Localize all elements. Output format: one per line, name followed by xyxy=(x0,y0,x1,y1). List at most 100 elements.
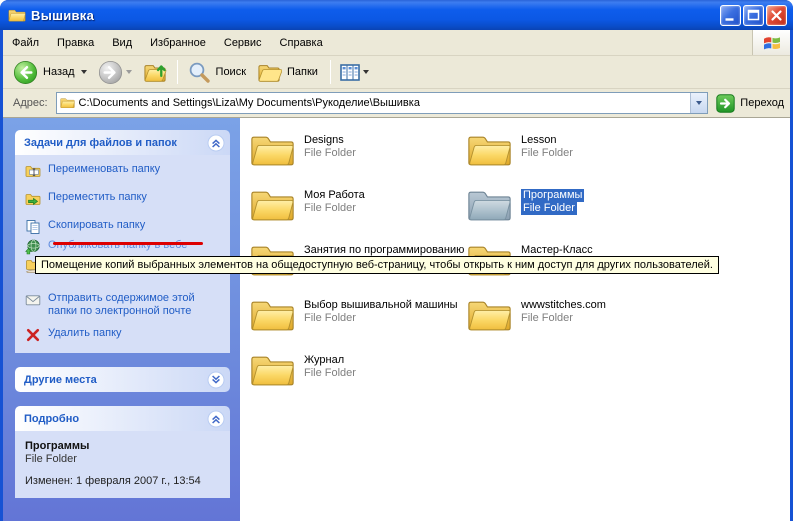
address-label: Адрес: xyxy=(13,97,48,109)
address-input[interactable]: C:\Documents and Settings\Liza\My Docume… xyxy=(56,92,709,114)
close-icon xyxy=(767,6,786,25)
folder-type: File Folder xyxy=(304,312,458,325)
go-icon xyxy=(716,94,735,113)
menu-bar: Файл Правка Вид Избранное Сервис Справка xyxy=(3,30,790,56)
forward-icon xyxy=(98,60,123,85)
address-bar: Адрес: C:\Documents and Settings\Liza\My… xyxy=(3,89,790,118)
task-label[interactable]: Отправить содержимое этой папки по элект… xyxy=(48,292,218,318)
folder-icon xyxy=(250,187,295,224)
forward-dropdown-caret-icon[interactable] xyxy=(126,70,132,74)
folder-type: File Folder xyxy=(304,202,365,215)
go-button[interactable]: Переход xyxy=(716,94,784,113)
task-label[interactable]: Опубликовать папку в вебе xyxy=(48,239,187,252)
copy-folder-icon xyxy=(25,219,41,235)
search-icon xyxy=(187,60,211,84)
folder-name: Designs xyxy=(304,134,356,147)
delete-icon xyxy=(25,327,41,343)
views-button[interactable] xyxy=(336,62,376,83)
folder-tile-vybor-mashiny[interactable]: Выбор вышивальной машины File Folder xyxy=(250,297,462,352)
panel-title: Другие места xyxy=(24,374,97,386)
task-pane: Задачи для файлов и папок Переименовать xyxy=(3,118,240,521)
chevron-down-icon[interactable] xyxy=(207,371,225,389)
details-selected-type: File Folder xyxy=(25,453,222,466)
folder-tile-programmy-selected[interactable]: Программы File Folder xyxy=(467,187,679,242)
address-dropdown-caret-icon xyxy=(696,101,702,105)
folder-tile-moya-rabota[interactable]: Моя Работа File Folder xyxy=(250,187,462,242)
minimize-button[interactable] xyxy=(720,5,741,26)
back-label: Назад xyxy=(43,66,75,78)
toolbar-separator xyxy=(177,60,178,84)
details-modified-date: Изменен: 1 февраля 2007 г., 13:54 xyxy=(25,475,222,488)
folder-name: Выбор вышивальной машины xyxy=(304,299,458,312)
folder-icon xyxy=(250,352,295,389)
folders-icon xyxy=(257,60,282,84)
back-dropdown-caret-icon[interactable] xyxy=(81,70,87,74)
toolbar: Назад Поиск xyxy=(3,56,790,89)
menu-item-edit[interactable]: Правка xyxy=(48,33,103,53)
email-icon xyxy=(25,292,41,308)
folders-button[interactable]: Папки xyxy=(253,58,325,86)
rename-folder-icon xyxy=(25,163,41,179)
task-label[interactable]: Удалить папку xyxy=(48,327,122,340)
panel-details-body: Программы File Folder Изменен: 1 февраля… xyxy=(15,431,230,498)
chevron-up-icon[interactable] xyxy=(207,134,225,152)
menu-item-help[interactable]: Справка xyxy=(271,33,332,53)
task-move-folder[interactable]: Переместить папку xyxy=(25,191,226,207)
panel-other-places: Другие места xyxy=(15,367,230,392)
maximize-icon xyxy=(744,6,763,25)
folder-selected-icon xyxy=(467,187,512,224)
move-folder-icon xyxy=(25,191,41,207)
windows-logo xyxy=(752,30,790,55)
views-icon xyxy=(340,64,360,81)
menu-item-file[interactable]: Файл xyxy=(3,33,48,53)
folder-tile-wwwstitches[interactable]: wwwstitches.com File Folder xyxy=(467,297,679,352)
folder-icon xyxy=(60,97,75,109)
folder-type: File Folder xyxy=(521,147,573,160)
tooltip: Помещение копий выбранных элементов на о… xyxy=(35,256,719,274)
menu-item-view[interactable]: Вид xyxy=(103,33,141,53)
menu-item-favorites[interactable]: Избранное xyxy=(141,33,215,53)
forward-button[interactable] xyxy=(94,58,139,87)
folder-icon xyxy=(467,297,512,334)
views-dropdown-caret-icon[interactable] xyxy=(363,70,369,74)
folder-type: File Folder xyxy=(521,202,584,215)
folder-icon xyxy=(8,8,26,23)
task-email-folder[interactable]: Отправить содержимое этой папки по элект… xyxy=(25,292,226,318)
menu-item-tools[interactable]: Сервис xyxy=(215,33,271,53)
folder-tile-lesson[interactable]: Lesson File Folder xyxy=(467,132,679,187)
panel-title: Задачи для файлов и папок xyxy=(24,137,177,149)
title-bar[interactable]: Вышивка xyxy=(0,0,793,30)
task-rename-folder[interactable]: Переименовать папку xyxy=(25,163,226,179)
minimize-icon xyxy=(721,6,740,25)
folder-tile-zhurnal[interactable]: Журнал File Folder xyxy=(250,352,462,407)
close-button[interactable] xyxy=(766,5,787,26)
task-label[interactable]: Переместить папку xyxy=(48,191,147,204)
folder-type: File Folder xyxy=(521,312,606,325)
file-list: Designs File Folder Lesson File Folder М… xyxy=(240,118,790,521)
address-dropdown-button[interactable] xyxy=(690,93,707,113)
address-path[interactable]: C:\Documents and Settings\Liza\My Docume… xyxy=(79,97,691,109)
folder-icon xyxy=(250,132,295,169)
search-button[interactable]: Поиск xyxy=(183,58,253,86)
folder-name: Моя Работа xyxy=(304,189,365,202)
annotation-underline xyxy=(53,242,203,245)
task-label[interactable]: Скопировать папку xyxy=(48,219,145,232)
back-button[interactable]: Назад xyxy=(9,58,94,87)
up-button[interactable] xyxy=(139,58,172,86)
folder-tile-designs[interactable]: Designs File Folder xyxy=(250,132,462,187)
task-label[interactable]: Переименовать папку xyxy=(48,163,160,176)
panel-other-places-header[interactable]: Другие места xyxy=(15,367,230,392)
task-copy-folder[interactable]: Скопировать папку xyxy=(25,219,226,235)
task-delete-folder[interactable]: Удалить папку xyxy=(25,327,226,343)
panel-details-header[interactable]: Подробно xyxy=(15,406,230,431)
maximize-button[interactable] xyxy=(743,5,764,26)
chevron-up-icon[interactable] xyxy=(207,410,225,428)
panel-file-tasks-header[interactable]: Задачи для файлов и папок xyxy=(15,130,230,155)
folder-name: Программы xyxy=(521,189,584,202)
folder-icon xyxy=(250,297,295,334)
go-label: Переход xyxy=(740,97,784,109)
back-icon xyxy=(13,60,38,85)
folder-name: wwwstitches.com xyxy=(521,299,606,312)
content-area: Задачи для файлов и папок Переименовать xyxy=(3,118,790,521)
panel-file-tasks-body: Переименовать папку Переместить папку xyxy=(15,155,230,353)
